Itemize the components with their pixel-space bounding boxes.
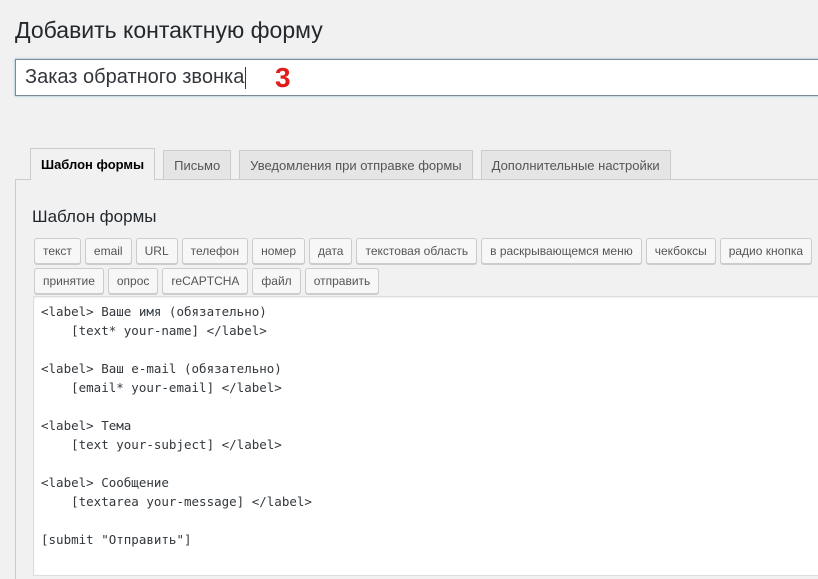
tag-button-textarea[interactable]: текстовая область bbox=[356, 238, 478, 264]
tag-button-url[interactable]: URL bbox=[135, 238, 178, 264]
page-title: Добавить контактную форму bbox=[15, 17, 323, 43]
tag-button-select[interactable]: в раскрывающемся меню bbox=[481, 238, 642, 264]
tag-button-email[interactable]: email bbox=[84, 238, 132, 264]
tag-generator-row-2: принятие опрос reCAPTCHA файл отправить bbox=[34, 268, 383, 294]
tag-button-number[interactable]: номер bbox=[252, 238, 306, 264]
text-caret bbox=[245, 66, 247, 89]
tag-button-file[interactable]: файл bbox=[252, 268, 301, 294]
section-title: Шаблон формы bbox=[32, 207, 157, 226]
form-title-value: Заказ обратного звонка bbox=[25, 66, 245, 88]
step-annotation: 3 bbox=[275, 62, 291, 93]
tab-mail[interactable]: Письмо bbox=[163, 150, 232, 180]
tab-form-template[interactable]: Шаблон формы bbox=[30, 148, 156, 180]
tag-button-radio[interactable]: радио кнопка bbox=[719, 238, 812, 264]
tag-button-recaptcha[interactable]: reCAPTCHA bbox=[162, 268, 249, 294]
tag-button-acceptance[interactable]: принятие bbox=[34, 268, 104, 294]
tab-messages[interactable]: Уведомления при отправке формы bbox=[239, 150, 473, 180]
tag-button-submit[interactable]: отправить bbox=[304, 268, 380, 294]
tag-button-quiz[interactable]: опрос bbox=[107, 268, 159, 294]
tab-bar: Шаблон формы Письмо Уведомления при отпр… bbox=[30, 148, 679, 180]
tag-button-date[interactable]: дата bbox=[309, 238, 353, 264]
form-title-input[interactable]: Заказ обратного звонка bbox=[15, 59, 818, 96]
form-template-editor[interactable]: <label> Ваше имя (обязательно) [text* yo… bbox=[33, 296, 818, 576]
tag-button-text[interactable]: текст bbox=[34, 238, 81, 264]
tab-additional-settings[interactable]: Дополнительные настройки bbox=[480, 150, 671, 180]
tag-button-checkbox[interactable]: чекбоксы bbox=[645, 238, 716, 264]
tag-generator-row-1: текст email URL телефон номер дата текст… bbox=[34, 238, 816, 264]
tag-button-tel[interactable]: телефон bbox=[181, 238, 249, 264]
